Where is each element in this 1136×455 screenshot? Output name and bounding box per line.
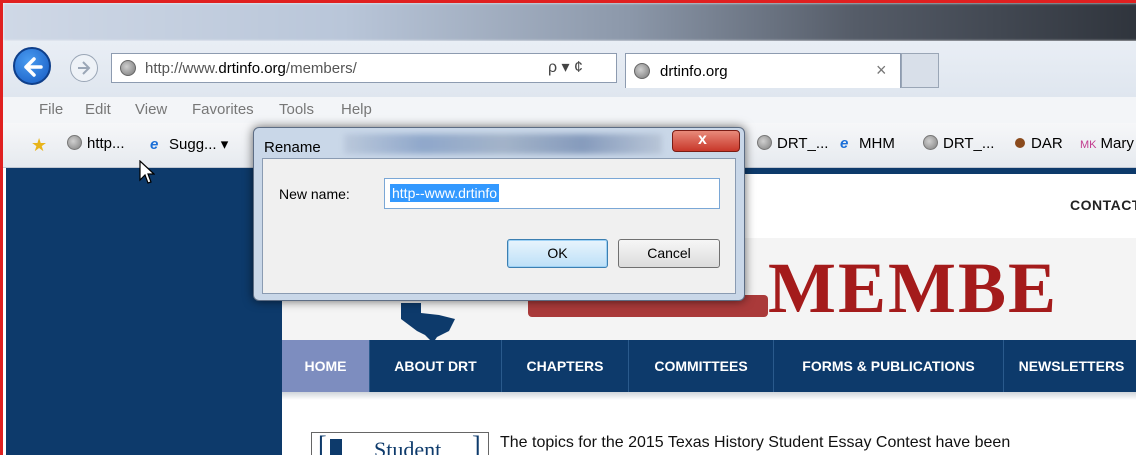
globe-icon xyxy=(757,135,772,150)
mk-icon: MK xyxy=(1080,139,1097,151)
favorite-item-6[interactable]: DAR xyxy=(1015,135,1063,152)
dialog-close-button[interactable]: x xyxy=(672,130,740,152)
tab-close-icon[interactable]: × xyxy=(876,60,887,81)
contact-link[interactable]: CONTACT xyxy=(1070,197,1136,213)
nav-home[interactable]: HOME xyxy=(282,340,370,392)
tab-title: drtinfo.org xyxy=(660,63,728,80)
bracket-left: [ xyxy=(318,431,327,455)
cancel-button[interactable]: Cancel xyxy=(618,239,720,268)
tab-globe-icon xyxy=(634,63,650,79)
menu-favorites[interactable]: Favorites xyxy=(192,101,254,118)
favorite-item-4[interactable]: e MHM xyxy=(840,135,895,152)
ok-button[interactable]: OK xyxy=(507,239,608,268)
ie-icon: e xyxy=(150,136,159,153)
thumbnail-bar xyxy=(330,439,342,455)
nav-newsletters[interactable]: NEWSLETTERS xyxy=(1004,340,1136,392)
nav-shadow xyxy=(282,392,1136,400)
favorite-item-1[interactable]: http... xyxy=(67,135,125,152)
new-name-value: http--www.drtinfo xyxy=(390,184,500,202)
favorite-item-7[interactable]: MK Mary xyxy=(1080,135,1134,152)
forward-arrow-icon xyxy=(78,61,91,75)
menu-bar xyxy=(3,97,1136,123)
back-button[interactable] xyxy=(13,47,51,85)
student-essay-thumbnail[interactable]: [ Student ] xyxy=(311,431,489,455)
favorite-item-2[interactable]: e Sugg... ▾ xyxy=(150,135,228,153)
rename-dialog: Rename x New name: http--www.drtinfo OK … xyxy=(253,127,745,301)
close-icon: x xyxy=(698,131,707,148)
address-bar[interactable]: http://www.drtinfo.org/members/ ρ ▾ ¢ xyxy=(111,53,617,83)
window-title-bar xyxy=(3,3,1136,41)
favorites-star-icon[interactable]: ★ xyxy=(31,135,47,156)
menu-view[interactable]: View xyxy=(135,101,167,118)
forward-button[interactable] xyxy=(70,54,98,82)
texas-map-icon xyxy=(401,303,455,343)
menu-file[interactable]: File xyxy=(39,101,63,118)
site-globe-icon xyxy=(120,60,136,76)
menu-edit[interactable]: Edit xyxy=(85,101,111,118)
thumbnail-text: Student xyxy=(374,437,442,455)
bracket-right: ] xyxy=(472,431,481,455)
new-name-label: New name: xyxy=(279,186,350,202)
dialog-body: New name: http--www.drtinfo OK Cancel xyxy=(262,158,736,294)
nav-about-drt[interactable]: ABOUT DRT xyxy=(370,340,502,392)
article-text: The topics for the 2015 Texas History St… xyxy=(500,434,1011,451)
dar-icon xyxy=(1015,138,1025,148)
browser-window: http://www.drtinfo.org/members/ ρ ▾ ¢ dr… xyxy=(0,0,1136,455)
globe-icon xyxy=(67,135,82,150)
new-tab-button[interactable] xyxy=(901,53,939,88)
favorite-item-3[interactable]: DRT_... xyxy=(757,135,828,152)
search-refresh-controls[interactable]: ρ ▾ ¢ xyxy=(548,57,583,77)
tab-drtinfo[interactable]: drtinfo.org × xyxy=(625,53,901,88)
favorite-item-5[interactable]: DRT_... xyxy=(923,135,994,152)
nav-chapters[interactable]: CHAPTERS xyxy=(502,340,629,392)
back-arrow-icon xyxy=(24,57,43,77)
site-navigation: HOME ABOUT DRT CHAPTERS COMMITTEES FORMS… xyxy=(282,340,1136,392)
left-navy-panel xyxy=(6,168,282,455)
nav-committees[interactable]: COMMITTEES xyxy=(629,340,774,392)
menu-tools[interactable]: Tools xyxy=(279,101,314,118)
globe-icon xyxy=(923,135,938,150)
address-url: http://www.drtinfo.org/members/ xyxy=(145,60,357,77)
dialog-title: Rename xyxy=(264,139,321,156)
dialog-title-blur xyxy=(344,134,662,154)
mouse-cursor-icon xyxy=(139,160,155,184)
members-heading: MEMBE xyxy=(768,248,1058,328)
new-name-input[interactable]: http--www.drtinfo xyxy=(384,178,720,209)
ie-icon: e xyxy=(840,135,849,152)
nav-forms-publications[interactable]: FORMS & PUBLICATIONS xyxy=(774,340,1004,392)
menu-help[interactable]: Help xyxy=(341,101,372,118)
